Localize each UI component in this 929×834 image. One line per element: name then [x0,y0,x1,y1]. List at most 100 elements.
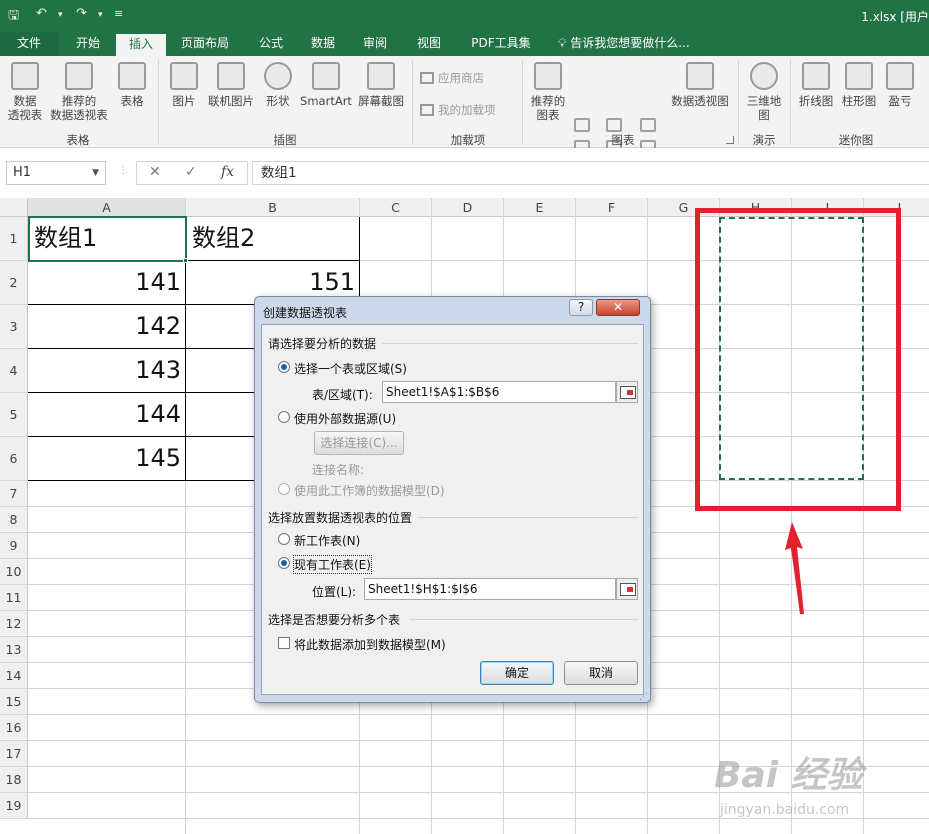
row-header[interactable]: 9 [0,533,28,559]
column-header-c[interactable]: C [360,198,432,217]
table-button[interactable]: 表格 [112,62,152,108]
3d-map-button[interactable]: 三维地 图 [742,62,786,122]
tell-me-box[interactable]: 💡︎ 告诉我您想要做什么... [558,32,690,56]
cell-b1[interactable]: 数组2 [186,217,359,260]
sparkline-winloss-button[interactable]: 盈亏 [882,62,918,108]
insert-function-icon[interactable]: fx [221,164,234,180]
radio-table-range[interactable] [278,361,290,373]
cancel-icon[interactable]: ✕ [149,164,161,180]
enter-icon[interactable]: ✓ [185,164,197,180]
tab-file[interactable]: 文件 [0,32,58,56]
option-external-source-label[interactable]: 使用外部数据源(U) [294,410,396,427]
recommended-charts-button[interactable]: 推荐的 图表 [526,62,570,122]
cell-a3[interactable]: 142 [28,305,185,348]
row-header[interactable]: 6 [0,437,28,481]
option-existing-worksheet-label[interactable]: 现有工作表(E) [293,555,372,574]
tab-formulas[interactable]: 公式 [250,32,292,56]
option-new-worksheet-label[interactable]: 新工作表(N) [294,532,360,549]
ok-button[interactable]: 确定 [480,661,554,685]
choose-connection-button[interactable]: 选择连接(C)... [314,431,404,455]
name-box[interactable]: H1 ▼ [6,161,106,185]
row-header[interactable]: 18 [0,767,28,793]
undo-icon[interactable]: ↶ [36,6,47,21]
row-header[interactable]: 8 [0,507,28,533]
row-header[interactable]: 2 [0,261,28,305]
smartart-icon [312,62,340,90]
option-data-model-label[interactable]: 使用此工作簿的数据模型(D) [294,482,445,499]
tab-review[interactable]: 审阅 [354,32,396,56]
row-header[interactable]: 14 [0,663,28,689]
picture-button[interactable]: 图片 [164,62,204,108]
hierarchy-chart-icon[interactable] [606,118,622,132]
row-header[interactable]: 11 [0,585,28,611]
row-header[interactable]: 3 [0,305,28,349]
row-header[interactable]: 1 [0,217,28,261]
radio-external-source[interactable] [278,411,290,423]
row-header[interactable]: 17 [0,741,28,767]
radio-data-model[interactable] [278,483,290,495]
formula-bar-grip-icon[interactable]: ⋮ [118,165,128,176]
online-picture-button[interactable]: 联机图片 [204,62,258,108]
option-table-range-label[interactable]: 选择一个表或区域(S) [294,360,407,377]
tab-page-layout[interactable]: 页面布局 [172,32,238,56]
tab-data[interactable]: 数据 [302,32,344,56]
collapse-dialog-icon[interactable] [616,578,638,600]
row-header[interactable]: 13 [0,637,28,663]
sparkline-column-button[interactable]: 柱形图 [838,62,880,108]
help-button[interactable]: ? [569,299,593,316]
column-header-b[interactable]: B [186,198,360,217]
redo-icon[interactable]: ↷ [76,6,87,21]
column-header-a[interactable]: A [28,198,186,217]
tab-pdf-tools[interactable]: PDF工具集 [462,32,540,56]
charts-dialog-launcher-icon[interactable] [726,136,734,144]
resize-grip-icon[interactable]: ⋰ [639,692,648,702]
pivot-chart-button[interactable]: 数据透视图 [668,62,732,108]
screenshot-button[interactable]: 屏幕截图 [354,62,408,108]
recommended-pivot-button[interactable]: 推荐的 数据透视表 [48,62,110,122]
radio-existing-worksheet[interactable] [278,557,290,569]
table-range-input[interactable]: Sheet1!$A$1:$B$6 [382,381,616,403]
tab-home[interactable]: 开始 [66,32,110,56]
select-all-corner[interactable] [0,198,28,217]
chevron-down-icon[interactable]: ▼ [92,162,99,184]
cell-a6[interactable]: 145 [28,437,185,480]
row-header[interactable]: 19 [0,793,28,819]
close-button[interactable]: ✕ [596,299,640,316]
undo-dropdown-icon[interactable]: ▾ [58,10,63,20]
cell-a1[interactable]: 数组1 [28,217,185,260]
column-header-e[interactable]: E [504,198,576,217]
smartart-button[interactable]: SmartArt [298,62,354,108]
formula-input[interactable]: 数组1 [252,161,929,185]
cancel-button[interactable]: 取消 [564,661,638,685]
collapse-dialog-icon[interactable] [616,381,638,403]
row-header[interactable]: 16 [0,715,28,741]
cell-a5[interactable]: 144 [28,393,185,436]
row-header[interactable]: 5 [0,393,28,437]
my-addins-button[interactable]: 我的加载项 [420,102,496,118]
row-header[interactable]: 4 [0,349,28,393]
save-icon[interactable]: 🖫 [8,6,19,28]
pivot-table-button[interactable]: 数据 透视表 [4,62,46,122]
location-input[interactable]: Sheet1!$H$1:$I$6 [364,578,616,600]
redo-dropdown-icon[interactable]: ▾ [98,10,103,20]
cell-a4[interactable]: 143 [28,349,185,392]
row-header[interactable]: 7 [0,481,28,507]
column-header-f[interactable]: F [576,198,648,217]
title-bar: 🖫 ↶ ▾ ↷ ▾ ≡ 1.xlsx [用户 [0,0,929,32]
sparkline-line-button[interactable]: 折线图 [794,62,838,108]
radio-new-worksheet[interactable] [278,533,290,545]
row-header[interactable]: 10 [0,559,28,585]
add-to-data-model-label[interactable]: 将此数据添加到数据模型(M) [294,636,446,653]
store-button[interactable]: 应用商店 [420,70,484,86]
shapes-button[interactable]: 形状 [260,62,296,108]
column-chart-icon[interactable] [574,118,590,132]
tab-view[interactable]: 视图 [408,32,450,56]
add-to-data-model-checkbox[interactable] [278,637,290,649]
waterfall-chart-icon[interactable] [640,118,656,132]
row-header[interactable]: 15 [0,689,28,715]
column-header-d[interactable]: D [432,198,504,217]
tab-insert[interactable]: 插入 [116,32,166,56]
customize-qat-icon[interactable]: ≡ [114,7,123,20]
cell-a2[interactable]: 141 [28,261,185,304]
row-header[interactable]: 12 [0,611,28,637]
